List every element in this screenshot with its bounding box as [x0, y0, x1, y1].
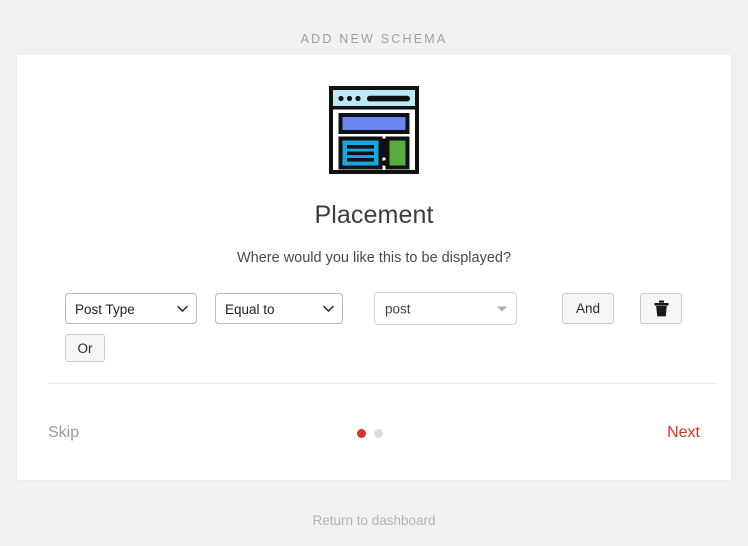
- step-dot-2[interactable]: [374, 429, 383, 438]
- or-button[interactable]: Or: [65, 334, 105, 362]
- post-value-select[interactable]: post: [374, 292, 517, 325]
- rule-row: Post Type Equal to post And: [65, 292, 683, 325]
- triangle-down-icon: [497, 306, 507, 311]
- return-to-dashboard-link[interactable]: Return to dashboard: [0, 513, 748, 528]
- operator-select-wrapper: Equal to: [197, 293, 343, 324]
- step-subtitle: Where would you like this to be displaye…: [17, 250, 731, 266]
- step-dots: [73, 429, 667, 438]
- step-dot-1[interactable]: [357, 429, 366, 438]
- post-type-select[interactable]: Post Type: [65, 293, 197, 324]
- wizard-footer: Skip Next: [17, 386, 731, 480]
- footer-divider: [48, 383, 717, 384]
- post-value-select-label: post: [385, 301, 411, 316]
- or-row: Or: [65, 334, 683, 362]
- trash-icon: [654, 300, 669, 317]
- wizard-card: Placement Where would you like this to b…: [17, 55, 731, 480]
- rules-area: Post Type Equal to post And: [17, 292, 731, 362]
- operator-select[interactable]: Equal to: [215, 293, 343, 324]
- next-button[interactable]: Next: [667, 424, 700, 442]
- step-heading: Placement: [17, 201, 731, 230]
- post-type-select-wrapper: Post Type: [65, 293, 197, 324]
- step-icon-container: [17, 55, 731, 174]
- webpage-layout-icon: [329, 86, 419, 174]
- delete-rule-button[interactable]: [640, 293, 682, 324]
- and-button[interactable]: And: [562, 293, 614, 324]
- wizard-title: ADD NEW SCHEMA: [0, 0, 748, 46]
